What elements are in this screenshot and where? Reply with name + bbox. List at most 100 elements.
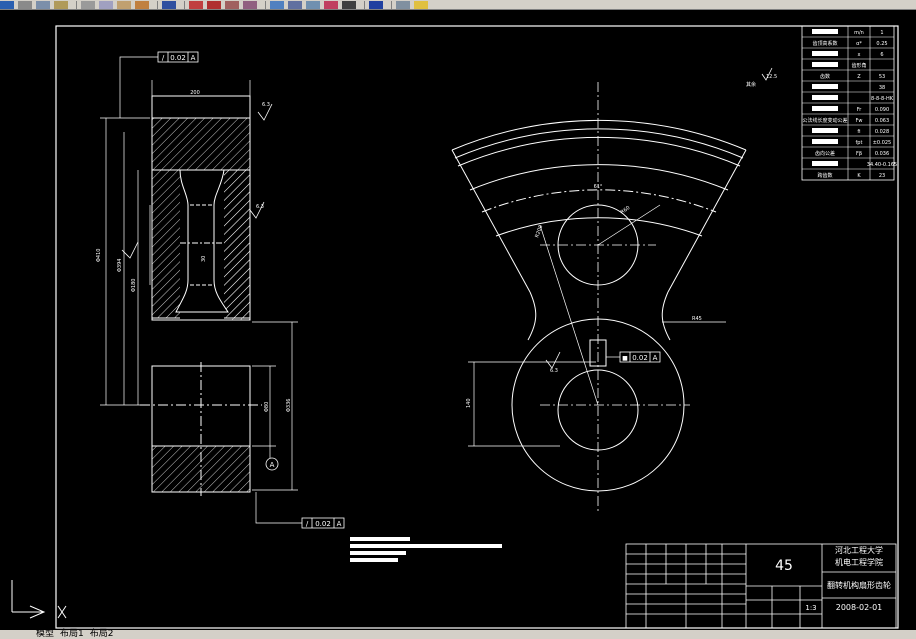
dim-hub: Φ80 <box>264 402 270 412</box>
paste-icon[interactable] <box>117 0 131 9</box>
table-cell: ±0.025 <box>873 140 892 146</box>
table-cell: m/n <box>854 30 864 36</box>
cut-icon[interactable] <box>81 0 95 9</box>
table-cell: 1 <box>880 30 883 36</box>
pan-icon[interactable] <box>189 0 203 9</box>
svg-text:A: A <box>191 54 196 62</box>
table-cell-block <box>812 161 838 166</box>
roughness-top: 6.3 <box>262 102 270 108</box>
designcenter-icon[interactable] <box>288 0 302 9</box>
title-date: 2008-02-01 <box>836 603 883 612</box>
dim-r60: R60 <box>620 205 632 216</box>
table-cell: 0.090 <box>875 107 889 113</box>
title-school-1: 河北工程大学 <box>835 545 883 555</box>
toolbar-separator <box>184 0 185 9</box>
title-school-2: 机电工程学院 <box>835 557 883 567</box>
zoom-window-icon[interactable] <box>225 0 239 9</box>
table-cell: Z <box>857 74 861 80</box>
table-cell: 0.063 <box>875 118 889 124</box>
markup-icon[interactable] <box>324 0 338 9</box>
save-icon[interactable] <box>0 0 14 9</box>
roughness-other-value: 12.5 <box>766 74 777 80</box>
roughness-mid: 6.3 <box>256 204 264 210</box>
dim-angle: 61° <box>594 184 603 190</box>
zoom-previous-icon[interactable] <box>243 0 257 9</box>
table-cell: 齿形角 <box>851 62 866 69</box>
help-icon[interactable] <box>369 0 383 9</box>
datum-a-label: A <box>270 461 275 469</box>
table-cell: 齿数 <box>820 73 830 80</box>
layer-state-icon[interactable] <box>414 0 428 9</box>
toolbar-separator <box>391 0 392 9</box>
properties-icon[interactable] <box>270 0 284 9</box>
roughness-other-label: 其余 <box>746 81 756 88</box>
drawing-canvas[interactable]: 200 Φ410 Φ394 Φ180 30 Φ80 Φ336 6.3 6.3 A… <box>0 10 916 630</box>
table-cell: 公法线长度变动公差 <box>802 117 847 124</box>
dim-d3: Φ180 <box>131 279 137 292</box>
matchprop-icon[interactable] <box>135 0 149 9</box>
tolerance-frame-front: ■ 0.02 A <box>606 351 661 363</box>
svg-text:0.02: 0.02 <box>170 54 186 62</box>
technical-notes <box>350 537 502 562</box>
table-cell: 齿顶高系数 <box>812 40 837 47</box>
table-cell-block <box>812 95 838 100</box>
tool-palettes-icon[interactable] <box>306 0 320 9</box>
cad-toolbar <box>0 0 916 10</box>
calculator-icon[interactable] <box>342 0 356 9</box>
dim-d1: Φ410 <box>96 249 102 262</box>
undo-icon[interactable] <box>162 0 176 9</box>
table-cell: Fw <box>856 118 863 124</box>
drawing-frame <box>55 25 899 629</box>
dim-r208: R208 <box>534 224 544 238</box>
table-cell-block <box>812 106 838 111</box>
table-cell-block <box>812 128 838 133</box>
zoom-realtime-icon[interactable] <box>207 0 221 9</box>
ucs-icon <box>11 580 67 619</box>
table-cell: 6 <box>880 52 883 58</box>
title-part-name: 翻转机构扇形齿轮 <box>827 580 891 590</box>
svg-text:■: ■ <box>622 355 628 362</box>
svg-text:0.02: 0.02 <box>632 354 648 362</box>
table-cell-block <box>812 29 838 34</box>
table-cell: x <box>858 52 861 58</box>
tab-model[interactable]: 模型 <box>34 630 56 639</box>
svg-text:/: / <box>162 54 165 62</box>
title-scale: 1:3 <box>805 604 816 612</box>
preview-icon[interactable] <box>36 0 50 9</box>
table-cell: 齿向公差 <box>815 150 835 157</box>
svg-text:A: A <box>337 520 342 528</box>
dim-r45: R45 <box>692 316 702 322</box>
dim-b1: Φ336 <box>286 399 292 412</box>
table-cell-block <box>812 139 838 144</box>
dim-key: 30 <box>201 256 207 262</box>
table-cell: 34.40-0.165 <box>867 162 897 168</box>
table-cell-block <box>812 62 838 67</box>
table-cell: 跨齿数 <box>817 172 832 179</box>
title-material: 45 <box>775 558 793 574</box>
table-cell-block <box>812 51 838 56</box>
layout-tabs: 模型 布局1 布局2 <box>0 630 916 639</box>
table-cell: 38 <box>879 85 885 91</box>
dim-front-h: 140 <box>466 398 472 408</box>
tab-layout2[interactable]: 布局2 <box>88 630 116 639</box>
dim-d2: Φ394 <box>117 259 123 272</box>
publish-icon[interactable] <box>54 0 68 9</box>
svg-text:A: A <box>653 354 658 362</box>
dim-width: 200 <box>190 90 200 96</box>
table-cell: 0.028 <box>875 129 889 135</box>
svg-text:/: / <box>306 520 309 528</box>
tab-layout1[interactable]: 布局1 <box>58 630 86 639</box>
table-cell: fi <box>857 129 860 135</box>
toolbar-separator <box>364 0 365 9</box>
copy-icon[interactable] <box>99 0 113 9</box>
toolbar-separator <box>76 0 77 9</box>
gear-parameter-table: m/n 1 齿顶高系数 α* 0.25 x 6 齿形角齿数 Z 53 38 8-8-8-HK Fr 0.0… <box>801 25 897 181</box>
table-cell-block <box>812 84 838 89</box>
table-cell: 23 <box>879 173 885 179</box>
print-icon[interactable] <box>18 0 32 9</box>
tolerance-frame-top: / 0.02 A <box>157 51 199 63</box>
toolbar-separator <box>157 0 158 9</box>
layer-icon[interactable] <box>396 0 410 9</box>
table-cell: α* <box>856 41 862 47</box>
table-cell: Fβ <box>856 151 862 157</box>
